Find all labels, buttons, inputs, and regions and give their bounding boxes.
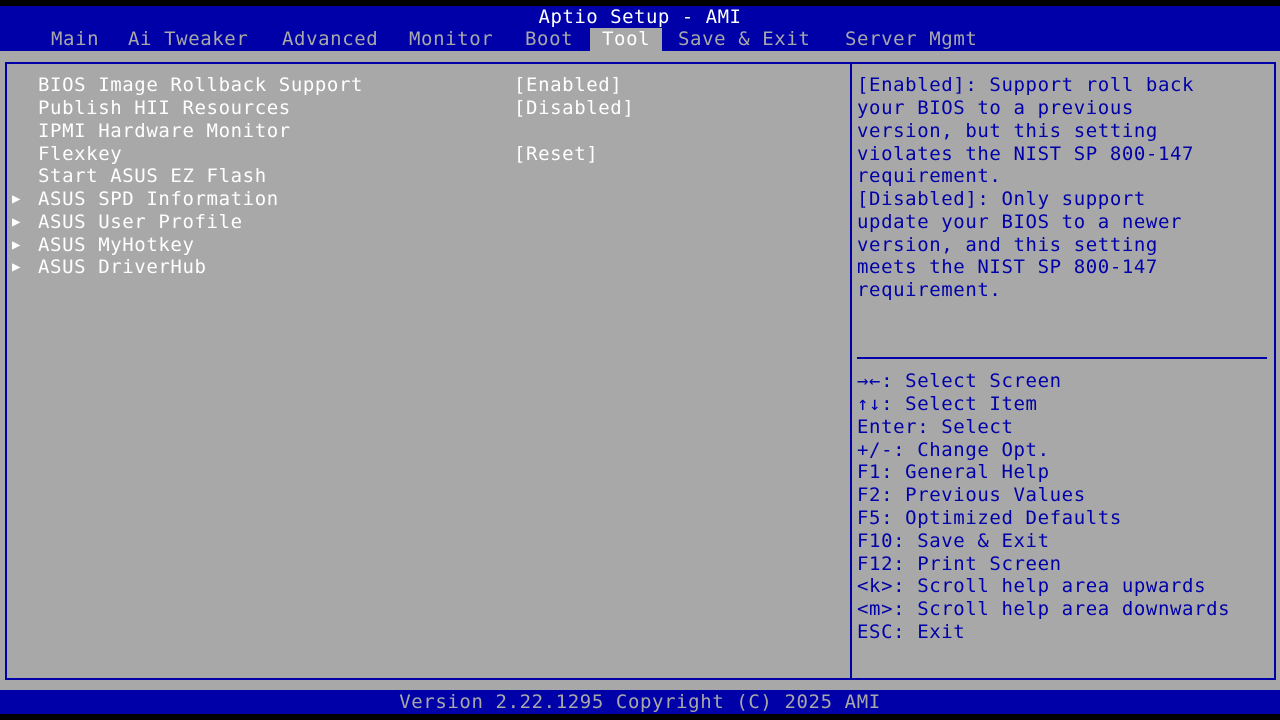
- menu-item-spd-information[interactable]: ASUS SPD Information: [38, 188, 279, 211]
- setup-title: Aptio Setup - AMI: [538, 6, 742, 28]
- version-footer: Version 2.22.1295 Copyright (C) 2025 AMI: [0, 690, 1280, 714]
- key-legend-select-screen: →←: Select Screen: [857, 370, 1062, 392]
- tab-ai-tweaker[interactable]: Ai Tweaker: [128, 28, 248, 51]
- key-legend-enter: Enter: Select: [857, 416, 1014, 438]
- key-legend-esc: ESC: Exit: [857, 621, 966, 643]
- menu-item-start-ez-flash[interactable]: Start ASUS EZ Flash: [38, 165, 267, 188]
- key-legend-scroll-down: <m>: Scroll help area downwards: [857, 598, 1231, 620]
- help-text-line: [Enabled]: Support roll back: [857, 74, 1195, 96]
- menu-item-user-profile[interactable]: ASUS User Profile: [38, 211, 243, 234]
- key-legend-select-item: ↑↓: Select Item: [857, 393, 1038, 415]
- tab-monitor[interactable]: Monitor: [409, 28, 493, 51]
- tab-save-exit[interactable]: Save & Exit: [678, 28, 810, 51]
- menu-item-flexkey[interactable]: Flexkey: [38, 143, 122, 166]
- menu-panel: [5, 62, 852, 680]
- key-legend-f5: F5: Optimized Defaults: [857, 507, 1122, 529]
- main-area: BIOS Image Rollback Support [Enabled] Pu…: [0, 51, 1280, 690]
- tab-tool[interactable]: Tool: [590, 28, 663, 51]
- value-flexkey[interactable]: [Reset]: [514, 143, 598, 166]
- key-legend-f10: F10: Save & Exit: [857, 530, 1050, 552]
- bios-screen: Aptio Setup - AMI Main Ai Tweaker Advanc…: [0, 0, 1280, 720]
- tab-boot[interactable]: Boot: [525, 28, 573, 51]
- value-bios-image-rollback[interactable]: [Enabled]: [514, 74, 622, 97]
- menu-item-driverhub[interactable]: ASUS DriverHub: [38, 256, 207, 279]
- submenu-arrow-icon: ▶: [12, 191, 21, 207]
- help-divider: [857, 357, 1267, 359]
- help-text-line: your BIOS to a previous: [857, 97, 1134, 119]
- key-legend-change-opt: +/-: Change Opt.: [857, 439, 1050, 461]
- help-text-line: version, but this setting: [857, 120, 1158, 142]
- menu-item-bios-image-rollback[interactable]: BIOS Image Rollback Support: [38, 74, 363, 97]
- key-legend-f12: F12: Print Screen: [857, 553, 1062, 575]
- help-text-line: requirement.: [857, 165, 1002, 187]
- help-text-line: meets the NIST SP 800-147: [857, 256, 1158, 278]
- help-text-line: violates the NIST SP 800-147: [857, 143, 1195, 165]
- help-text-line: update your BIOS to a newer: [857, 211, 1183, 233]
- help-text-line: requirement.: [857, 279, 1002, 301]
- tab-main[interactable]: Main: [51, 28, 99, 51]
- help-text-line: version, and this setting: [857, 234, 1158, 256]
- menu-item-myhotkey[interactable]: ASUS MyHotkey: [38, 234, 195, 257]
- menu-item-publish-hii[interactable]: Publish HII Resources: [38, 97, 291, 120]
- submenu-arrow-icon: ▶: [12, 214, 21, 230]
- submenu-arrow-icon: ▶: [12, 237, 21, 253]
- key-legend-f2: F2: Previous Values: [857, 484, 1086, 506]
- tab-advanced[interactable]: Advanced: [282, 28, 378, 51]
- header-bar: Aptio Setup - AMI Main Ai Tweaker Advanc…: [0, 6, 1280, 51]
- key-legend-scroll-up: <k>: Scroll help area upwards: [857, 575, 1207, 597]
- tab-bar: Main Ai Tweaker Advanced Monitor Boot To…: [0, 28, 1280, 51]
- key-legend-f1: F1: General Help: [857, 461, 1050, 483]
- menu-item-ipmi-hardware-monitor[interactable]: IPMI Hardware Monitor: [38, 120, 291, 143]
- value-publish-hii[interactable]: [Disabled]: [514, 97, 634, 120]
- submenu-arrow-icon: ▶: [12, 259, 21, 275]
- tab-server-mgmt[interactable]: Server Mgmt: [845, 28, 977, 51]
- help-text-line: [Disabled]: Only support: [857, 188, 1146, 210]
